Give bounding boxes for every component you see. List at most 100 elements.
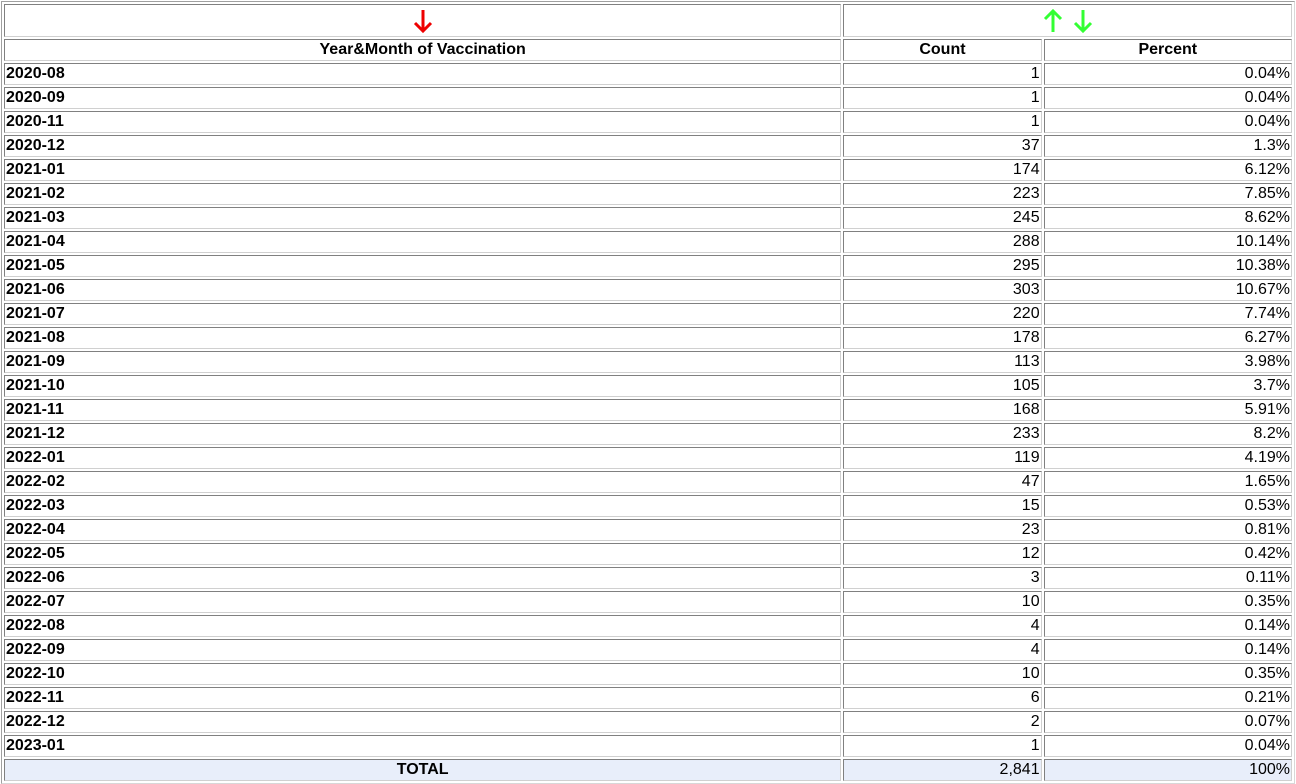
table-row: 2022-12 2 0.07% — [4, 711, 1292, 733]
total-label: TOTAL — [4, 759, 842, 781]
row-label: 2022-11 — [4, 687, 842, 709]
table-row: 2021-02 223 7.85% — [4, 183, 1292, 205]
row-count: 1 — [843, 735, 1042, 757]
vaccination-count-table: Year&Month of Vaccination Count Percent … — [1, 1, 1295, 784]
total-percent: 100% — [1043, 759, 1292, 781]
row-count: 119 — [843, 447, 1042, 469]
row-label: 2021-11 — [4, 399, 842, 421]
row-label: 2020-12 — [4, 135, 842, 157]
row-count: 15 — [843, 495, 1042, 517]
row-percent: 0.04% — [1043, 63, 1292, 85]
row-percent: 7.74% — [1043, 303, 1292, 325]
row-count: 2 — [843, 711, 1042, 733]
arrow-down-icon[interactable] — [1073, 8, 1093, 34]
table-row: 2020-08 1 0.04% — [4, 63, 1292, 85]
row-count: 23 — [843, 519, 1042, 541]
sort-controls-row — [4, 4, 1292, 37]
total-row: TOTAL 2,841 100% — [4, 759, 1292, 781]
row-label: 2021-12 — [4, 423, 842, 445]
table-row: 2021-08 178 6.27% — [4, 327, 1292, 349]
row-count: 245 — [843, 207, 1042, 229]
table-row: 2020-11 1 0.04% — [4, 111, 1292, 133]
row-percent: 7.85% — [1043, 183, 1292, 205]
row-count: 4 — [843, 639, 1042, 661]
row-label: 2021-06 — [4, 279, 842, 301]
arrow-up-icon[interactable] — [1043, 8, 1063, 34]
row-count: 6 — [843, 687, 1042, 709]
row-percent: 10.38% — [1043, 255, 1292, 277]
table-row: 2022-04 23 0.81% — [4, 519, 1292, 541]
row-label: 2022-12 — [4, 711, 842, 733]
header-row: Year&Month of Vaccination Count Percent — [4, 39, 1292, 61]
row-count: 12 — [843, 543, 1042, 565]
label-sort-cell — [4, 4, 842, 37]
table-row: 2021-06 303 10.67% — [4, 279, 1292, 301]
row-label: 2022-02 — [4, 471, 842, 493]
row-label: 2020-11 — [4, 111, 842, 133]
row-percent: 0.21% — [1043, 687, 1292, 709]
row-percent: 0.14% — [1043, 639, 1292, 661]
row-label: 2022-01 — [4, 447, 842, 469]
table-row: 2022-07 10 0.35% — [4, 591, 1292, 613]
row-label: 2021-02 — [4, 183, 842, 205]
table-row: 2022-06 3 0.11% — [4, 567, 1292, 589]
row-label: 2021-10 — [4, 375, 842, 397]
row-percent: 5.91% — [1043, 399, 1292, 421]
row-percent: 4.19% — [1043, 447, 1292, 469]
row-label: 2020-09 — [4, 87, 842, 109]
row-percent: 6.12% — [1043, 159, 1292, 181]
row-percent: 3.7% — [1043, 375, 1292, 397]
row-percent: 0.42% — [1043, 543, 1292, 565]
row-label: 2020-08 — [4, 63, 842, 85]
table-row: 2021-11 168 5.91% — [4, 399, 1292, 421]
row-count: 168 — [843, 399, 1042, 421]
row-count: 10 — [843, 663, 1042, 685]
row-count: 1 — [843, 111, 1042, 133]
row-label: 2021-05 — [4, 255, 842, 277]
row-label: 2022-05 — [4, 543, 842, 565]
table-row: 2021-12 233 8.2% — [4, 423, 1292, 445]
row-label: 2022-07 — [4, 591, 842, 613]
row-percent: 0.04% — [1043, 87, 1292, 109]
row-percent: 0.04% — [1043, 735, 1292, 757]
row-label: 2022-09 — [4, 639, 842, 661]
arrow-down-icon[interactable] — [413, 8, 433, 34]
table-row: 2021-01 174 6.12% — [4, 159, 1292, 181]
row-count: 4 — [843, 615, 1042, 637]
row-count: 10 — [843, 591, 1042, 613]
row-count: 105 — [843, 375, 1042, 397]
row-label: 2021-09 — [4, 351, 842, 373]
row-percent: 3.98% — [1043, 351, 1292, 373]
row-percent: 10.67% — [1043, 279, 1292, 301]
row-label: 2021-04 — [4, 231, 842, 253]
total-count: 2,841 — [843, 759, 1042, 781]
row-count: 1 — [843, 63, 1042, 85]
table-row: 2022-11 6 0.21% — [4, 687, 1292, 709]
row-count: 174 — [843, 159, 1042, 181]
column-header-count[interactable]: Count — [843, 39, 1042, 61]
table-row: 2020-09 1 0.04% — [4, 87, 1292, 109]
row-count: 178 — [843, 327, 1042, 349]
column-header-label[interactable]: Year&Month of Vaccination — [4, 39, 842, 61]
row-percent: 8.62% — [1043, 207, 1292, 229]
row-count: 47 — [843, 471, 1042, 493]
row-percent: 10.14% — [1043, 231, 1292, 253]
row-count: 37 — [843, 135, 1042, 157]
row-count: 295 — [843, 255, 1042, 277]
row-count: 1 — [843, 87, 1042, 109]
table-row: 2021-04 288 10.14% — [4, 231, 1292, 253]
column-header-percent[interactable]: Percent — [1043, 39, 1292, 61]
table-row: 2021-07 220 7.74% — [4, 303, 1292, 325]
table-row: 2022-08 4 0.14% — [4, 615, 1292, 637]
row-label: 2022-04 — [4, 519, 842, 541]
row-label: 2021-08 — [4, 327, 842, 349]
row-count: 303 — [843, 279, 1042, 301]
table-row: 2022-10 10 0.35% — [4, 663, 1292, 685]
row-percent: 8.2% — [1043, 423, 1292, 445]
row-percent: 0.35% — [1043, 663, 1292, 685]
row-count: 3 — [843, 567, 1042, 589]
row-count: 220 — [843, 303, 1042, 325]
table-row: 2021-03 245 8.62% — [4, 207, 1292, 229]
row-percent: 0.11% — [1043, 567, 1292, 589]
row-count: 113 — [843, 351, 1042, 373]
